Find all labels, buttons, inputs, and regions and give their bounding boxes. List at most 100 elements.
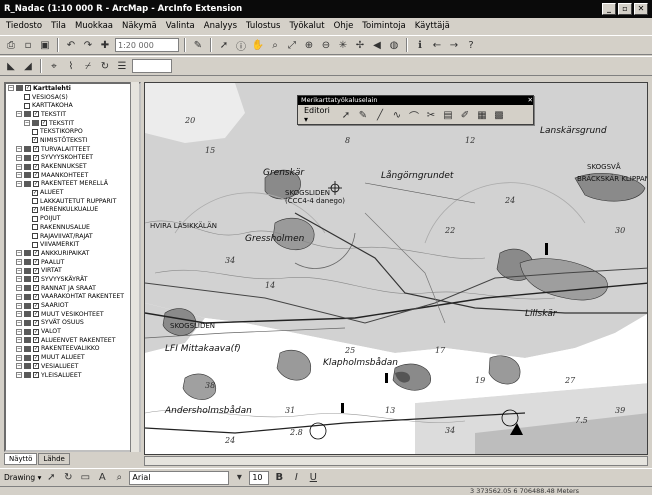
expand-toggle-icon[interactable]: − [16, 154, 22, 161]
rectangle-icon[interactable]: ▭ [78, 471, 92, 485]
toc-layer-row[interactable]: − ✓ RAKENTEET MERELLÄ [6, 180, 139, 189]
italic-icon[interactable]: I [289, 471, 303, 485]
toc-layer-row[interactable]: KARTTAKOHA [6, 101, 139, 110]
tab-display[interactable]: Näyttö [4, 453, 38, 465]
identify-icon[interactable]: ⓘ [234, 38, 248, 53]
nautical-chart[interactable]: Grenskär LångörngrundetSKOGSLIDEN(CCC4-4 … [145, 83, 648, 455]
expand-toggle-icon[interactable]: − [16, 319, 22, 326]
menu-item[interactable]: Tiedosto [6, 21, 42, 31]
layer-visibility-checkbox[interactable]: ✓ [33, 163, 39, 170]
cut-icon[interactable]: ✂ [424, 108, 438, 122]
help-icon[interactable]: ? [464, 38, 478, 52]
layer-visibility-checkbox[interactable]: ✓ [33, 276, 39, 283]
menu-item[interactable]: Analyys [204, 21, 237, 31]
dropdown-icon[interactable]: ▾ [232, 471, 246, 485]
close-button[interactable]: ✕ [634, 3, 648, 15]
expand-toggle-icon[interactable]: − [16, 293, 22, 300]
layer-visibility-checkbox[interactable]: ✓ [33, 154, 39, 161]
layer-visibility-checkbox[interactable] [32, 233, 38, 240]
save-icon[interactable]: ▣ [38, 38, 52, 52]
expand-toggle-icon[interactable]: − [16, 259, 22, 266]
expand-toggle-icon[interactable]: − [16, 111, 22, 118]
menu-item[interactable]: Valinta [166, 21, 195, 31]
layer-visibility-checkbox[interactable]: ✓ [33, 293, 39, 300]
toc-layer-row[interactable]: VESIOSA(S) [6, 93, 139, 102]
close-icon[interactable]: ✕ [528, 96, 533, 105]
layer-visibility-checkbox[interactable]: ✓ [25, 85, 31, 92]
layer-visibility-checkbox[interactable] [32, 224, 38, 231]
layer-visibility-checkbox[interactable]: ✓ [33, 311, 39, 318]
layer-visibility-checkbox[interactable]: ✓ [41, 120, 47, 127]
menu-item[interactable]: Muokkaa [75, 21, 113, 31]
layer-visibility-checkbox[interactable]: ✓ [33, 354, 39, 361]
layer-visibility-checkbox[interactable]: ✓ [33, 111, 39, 118]
pan-icon[interactable]: ✋ [251, 38, 265, 52]
toc-layer-row[interactable]: − ✓ TURVALAITTEET [6, 145, 139, 154]
split-icon[interactable]: ⌿ [81, 59, 95, 73]
layer-visibility-checkbox[interactable]: ✓ [33, 250, 39, 257]
toc-layer-row[interactable]: ✓ ALUEET [6, 188, 139, 197]
toc-layer-row[interactable]: LAKKAUTETUT RUPPARIT [6, 197, 139, 206]
layer-visibility-checkbox[interactable]: ✓ [32, 206, 38, 213]
toc-layer-row[interactable]: − ✓ MUUT ALUEET [6, 353, 139, 362]
undo-icon[interactable]: ↶ [64, 38, 78, 52]
layer-visibility-checkbox[interactable] [24, 94, 30, 101]
toc-layer-row[interactable]: − ✓ SYVYYSKÄYRÄT [6, 275, 139, 284]
arrow-left-icon[interactable]: ← [430, 38, 444, 52]
layer-visibility-checkbox[interactable]: ✓ [33, 259, 39, 266]
toc-layer-row[interactable]: − ✓ RAKENTEEVALIKKO [6, 345, 139, 354]
layer-visibility-checkbox[interactable]: ✓ [33, 180, 39, 187]
minimize-button[interactable]: _ [602, 3, 616, 15]
expand-toggle-icon[interactable]: − [16, 372, 22, 379]
pointer-icon[interactable]: ➚ [339, 108, 353, 122]
toc-layer-row[interactable]: − ✓ YLEISALUEET [6, 371, 139, 380]
toc-layer-row[interactable]: − ✓ TEKSTIT [6, 110, 139, 119]
menu-item[interactable]: Näkymä [122, 21, 157, 31]
layer-visibility-checkbox[interactable]: ✓ [33, 319, 39, 326]
toc-layer-row[interactable]: − ✓ VAARAKOHTAT RAKENTEET [6, 293, 139, 302]
layer-visibility-checkbox[interactable] [32, 241, 38, 248]
select-elements-icon[interactable]: ➚ [44, 471, 58, 485]
toc-layer-row[interactable]: − ✓ SYVYYSKOHTEET [6, 154, 139, 163]
table-icon[interactable]: ▤ [441, 108, 455, 122]
edit-icon[interactable]: ✐ [458, 108, 472, 122]
toc-layer-row[interactable]: − ✓ MAANKOHTEET [6, 171, 139, 180]
toc-layer-row[interactable]: ✓ NIMISTÖTEKSTI [6, 136, 139, 145]
toc-layer-row[interactable]: TEKSTIKORPO [6, 127, 139, 136]
toc-scrollbar[interactable] [130, 82, 139, 452]
layer-visibility-checkbox[interactable]: ✓ [32, 137, 38, 144]
toc-layer-row[interactable]: RAJAVIIVAT/RAJAT [6, 232, 139, 241]
expand-toggle-icon[interactable]: − [16, 267, 22, 274]
layer-visibility-checkbox[interactable]: ✓ [32, 189, 38, 196]
font-size-combo[interactable]: 10 [249, 470, 270, 485]
toc-layer-row[interactable]: − ✓ VESIALUEET [6, 362, 139, 371]
expand-toggle-icon[interactable]: − [16, 311, 22, 318]
attributes-icon[interactable]: ☰ [115, 59, 129, 73]
toc-layer-row[interactable]: − ✓ RANNAT JA SRAAT [6, 284, 139, 293]
underline-icon[interactable]: U [306, 471, 320, 485]
maximize-button[interactable]: ▫ [618, 3, 632, 15]
back-icon[interactable]: ◀ [370, 38, 384, 52]
reshape-icon[interactable]: ⌒ [407, 108, 421, 123]
sketch-icon[interactable]: ◣ [4, 59, 18, 73]
select-arrow-icon[interactable]: ➚ [217, 38, 231, 52]
floating-toolbar-titlebar[interactable]: Merikarttatyökaluselain ✕ [298, 96, 533, 105]
add-data-icon[interactable]: ✚ [98, 38, 112, 52]
expand-toggle-icon[interactable]: − [16, 363, 22, 370]
toc-layer-row[interactable]: − ✓ PAALUT [6, 258, 139, 267]
layer-visibility-checkbox[interactable]: ✓ [33, 285, 39, 292]
measure-icon[interactable]: ⤢ [285, 38, 299, 52]
target-layer-combo[interactable] [132, 59, 172, 73]
layer-visibility-checkbox[interactable] [24, 102, 30, 109]
toc-layer-row[interactable]: − ✓ SAARIOT [6, 301, 139, 310]
properties-icon[interactable]: ▦ [475, 108, 489, 122]
full-extent-icon[interactable]: ✳ [336, 38, 350, 52]
find-icon[interactable]: ⌕ [268, 38, 282, 52]
expand-toggle-icon[interactable]: − [16, 285, 22, 292]
layer-visibility-checkbox[interactable]: ✓ [33, 146, 39, 153]
layer-visibility-checkbox[interactable]: ✓ [33, 363, 39, 370]
redo-icon[interactable]: ↷ [81, 38, 95, 52]
expand-toggle-icon[interactable]: − [24, 120, 30, 127]
layer-visibility-checkbox[interactable]: ✓ [33, 337, 39, 344]
map-view[interactable]: Grenskär Långörngrundet SKOGSLIDEN (CCC4-4 … [144, 82, 648, 455]
